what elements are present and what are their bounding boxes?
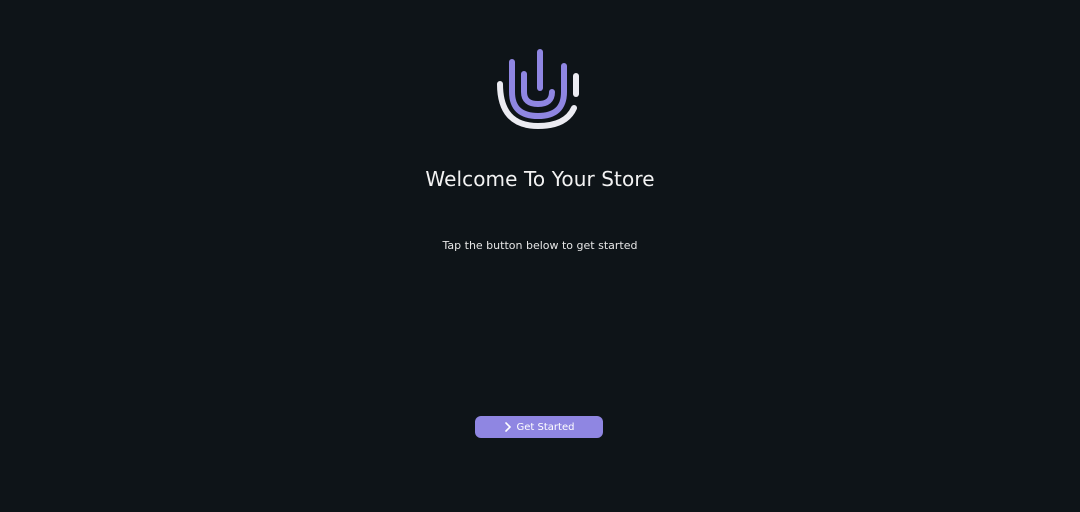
chevron-right-icon bbox=[504, 422, 511, 432]
welcome-title: Welcome To Your Store bbox=[425, 167, 655, 191]
welcome-subtitle: Tap the button below to get started bbox=[442, 239, 638, 252]
store-logo-icon bbox=[497, 49, 579, 130]
welcome-screen: Welcome To Your Store Tap the button bel… bbox=[0, 0, 1080, 512]
get-started-button[interactable]: Get Started bbox=[475, 416, 603, 438]
get-started-label: Get Started bbox=[516, 421, 575, 433]
